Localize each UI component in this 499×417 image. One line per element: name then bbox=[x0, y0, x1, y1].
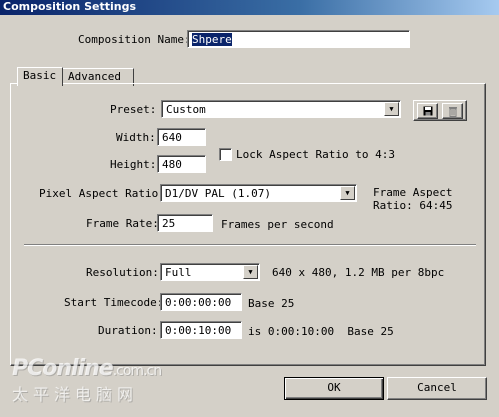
pixel-aspect-label: Pixel Aspect Ratio: bbox=[39, 187, 165, 200]
composition-name-label: Composition Name: bbox=[78, 33, 191, 46]
start-timecode-value: 0:00:00:00 bbox=[165, 296, 232, 309]
ok-button-label: OK bbox=[327, 381, 341, 394]
resolution-info: 640 x 480, 1.2 MB per 8bpc bbox=[272, 266, 445, 279]
window-title: Composition Settings bbox=[3, 0, 137, 13]
frame-rate-label: Frame Rate: bbox=[86, 217, 159, 230]
start-timecode-input[interactable]: 0:00:00:00 bbox=[160, 293, 242, 311]
frame-rate-value: 25 bbox=[162, 217, 176, 230]
width-value: 640 bbox=[162, 131, 182, 144]
pixel-aspect-select[interactable]: D1/DV PAL (1.07) ▼ bbox=[160, 184, 357, 202]
preset-value: Custom bbox=[166, 103, 206, 116]
composition-name-value: Shpere bbox=[192, 33, 232, 46]
chevron-down-icon[interactable]: ▼ bbox=[384, 102, 399, 116]
frame-aspect-line2: Ratio: 64:45 bbox=[373, 199, 453, 212]
tab-basic-label: Basic bbox=[23, 69, 57, 82]
duration-input[interactable]: 0:00:10:00 bbox=[160, 321, 242, 339]
start-timecode-base: Base 25 bbox=[248, 297, 295, 310]
duration-value: 0:00:10:00 bbox=[165, 324, 232, 337]
ok-button[interactable]: OK bbox=[284, 377, 384, 400]
tab-advanced-label: Advanced bbox=[68, 70, 121, 83]
save-preset-button[interactable] bbox=[417, 103, 438, 119]
start-timecode-label: Start Timecode: bbox=[64, 296, 164, 309]
lock-aspect-label[interactable]: Lock Aspect Ratio to 4:3 bbox=[236, 148, 395, 162]
chevron-down-icon[interactable]: ▼ bbox=[243, 265, 258, 279]
watermark-brand: PConline.com.cn bbox=[12, 356, 162, 381]
watermark-domain: .com.cn bbox=[112, 363, 162, 379]
pixel-aspect-value: D1/DV PAL (1.07) bbox=[165, 187, 271, 200]
width-input[interactable]: 640 bbox=[157, 128, 206, 146]
frame-aspect-line1: Frame Aspect bbox=[373, 186, 453, 199]
duration-label: Duration: bbox=[98, 324, 158, 337]
lock-aspect-checkbox[interactable] bbox=[219, 148, 232, 161]
frame-rate-unit: Frames per second bbox=[221, 218, 334, 231]
height-value: 480 bbox=[162, 158, 182, 171]
trash-icon bbox=[448, 107, 457, 117]
divider bbox=[24, 244, 476, 246]
resolution-value: Full bbox=[165, 266, 192, 279]
delete-preset-button[interactable] bbox=[442, 103, 463, 119]
tab-basic[interactable]: Basic bbox=[17, 67, 63, 86]
duration-info: is 0:00:10:00 Base 25 bbox=[248, 325, 394, 338]
title-bar: Composition Settings bbox=[0, 0, 499, 15]
frame-rate-input[interactable]: 25 bbox=[157, 214, 213, 232]
watermark-cn: 太平洋电脑网 bbox=[12, 385, 139, 404]
chevron-down-icon[interactable]: ▼ bbox=[340, 186, 355, 200]
height-label: Height: bbox=[110, 158, 157, 171]
width-label: Width: bbox=[116, 131, 156, 144]
floppy-disk-icon bbox=[423, 106, 432, 116]
height-input[interactable]: 480 bbox=[157, 155, 206, 173]
preset-label: Preset: bbox=[110, 103, 157, 116]
cancel-button[interactable]: Cancel bbox=[387, 377, 487, 400]
cancel-button-label: Cancel bbox=[417, 381, 457, 394]
resolution-select[interactable]: Full ▼ bbox=[160, 263, 260, 281]
resolution-label: Resolution: bbox=[86, 266, 159, 279]
watermark-brand-text: PConline bbox=[12, 356, 114, 381]
composition-name-input[interactable]: Shpere bbox=[187, 30, 410, 48]
preset-select[interactable]: Custom ▼ bbox=[161, 100, 401, 118]
